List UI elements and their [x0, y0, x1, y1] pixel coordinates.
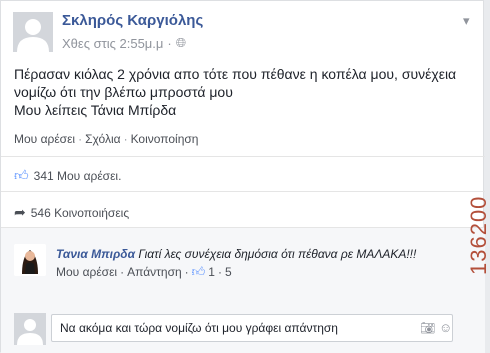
comment-link[interactable]: Σχόλια: [85, 132, 120, 146]
separator-dot: ·: [120, 265, 125, 279]
post-text-line-2: νομίζω ότι την βλέπω μπροστά μου: [14, 84, 233, 100]
reply-input[interactable]: Να ακόμα και τώρα νομίζω ότι μου γράφει …: [51, 314, 453, 342]
globe-icon[interactable]: 🌐︎: [176, 35, 186, 51]
comment-likes-count[interactable]: 1: [208, 265, 215, 279]
shares-summary[interactable]: ➦ 546 Κοινοποιήσεις: [14, 204, 129, 221]
divider: [1, 156, 485, 157]
chevron-down-icon[interactable]: ▾: [463, 13, 470, 29]
thumbs-up-icon: 👍︎: [191, 264, 206, 279]
likes-count[interactable]: 341 Μου αρέσει.: [34, 169, 122, 183]
post-actions: Μου αρέσει · Σχόλια · Κοινοποίηση: [14, 132, 198, 146]
share-arrow-icon: ➦: [14, 204, 26, 220]
comment-text-row: Τανια Μπιρδα Γιατί λες συνέχεια δημόσια …: [56, 247, 416, 261]
reply-input-value[interactable]: Να ακόμα και τώρα νομίζω ότι μου γράφει …: [60, 321, 338, 335]
comment-time[interactable]: 5: [225, 265, 232, 279]
post-text-line-1: Πέρασαν κιόλας 2 χρόνια απο τότε που πέθ…: [14, 66, 457, 82]
watermark-number: 136200: [466, 195, 490, 275]
comment-body: Γιατί λες συνέχεια δημόσια ότι πέθανα ρε…: [138, 247, 417, 261]
comment-actions: Μου αρέσει · Απάντηση · 👍︎ 1 · 5: [56, 264, 232, 280]
likes-summary[interactable]: 👍︎ 341 Μου αρέσει.: [14, 167, 121, 184]
camera-icon[interactable]: 📷︎: [420, 321, 435, 335]
share-link[interactable]: Κοινοποίηση: [131, 132, 199, 146]
shares-count[interactable]: 546 Κοινοποιήσεις: [31, 206, 129, 220]
user-avatar: [14, 313, 46, 345]
separator-dot: ·: [217, 265, 222, 279]
post-text-line-3: Μου λείπεις Τάνια Μπίρδα: [14, 102, 177, 118]
post-timestamp[interactable]: Χθες στις 2:55μ.μ: [62, 36, 163, 51]
like-link[interactable]: Μου αρέσει: [14, 132, 75, 146]
commenter-name[interactable]: Τανια Μπιρδα: [56, 247, 135, 261]
comment-like-link[interactable]: Μου αρέσει: [56, 265, 117, 279]
separator-dot: ·: [167, 35, 172, 51]
emoji-icon[interactable]: ☺: [439, 320, 452, 335]
commenter-avatar[interactable]: [14, 244, 46, 276]
post-meta: Χθες στις 2:55μ.μ · 🌐︎: [62, 35, 186, 51]
comment-reply-link[interactable]: Απάντηση: [127, 265, 182, 279]
post-card: Σκληρός Καργιόλης Χθες στις 2:55μ.μ · 🌐︎…: [0, 0, 485, 353]
separator-dot: ·: [123, 132, 128, 146]
divider: [1, 191, 485, 192]
author-name[interactable]: Σκληρός Καργιόλης: [62, 12, 203, 29]
separator-dot: ·: [78, 132, 83, 146]
separator-dot: ·: [184, 265, 189, 279]
author-avatar[interactable]: [13, 12, 53, 52]
thumbs-up-icon: 👍︎: [14, 167, 29, 183]
